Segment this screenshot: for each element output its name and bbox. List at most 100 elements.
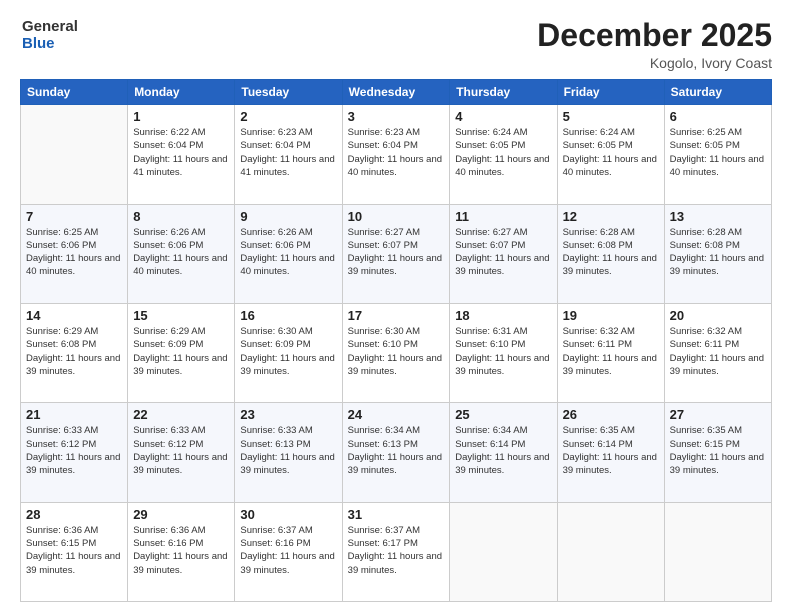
day-info: Sunrise: 6:27 AM Sunset: 6:07 PM Dayligh… xyxy=(348,226,445,279)
day-number: 11 xyxy=(455,209,551,224)
day-number: 20 xyxy=(670,308,766,323)
calendar-cell-4-0: 28 Sunrise: 6:36 AM Sunset: 6:15 PM Dayli… xyxy=(21,502,128,601)
day-info: Sunrise: 6:29 AM Sunset: 6:09 PM Dayligh… xyxy=(133,325,229,378)
day-info: Sunrise: 6:35 AM Sunset: 6:14 PM Dayligh… xyxy=(563,424,659,477)
day-info: Sunrise: 6:26 AM Sunset: 6:06 PM Dayligh… xyxy=(240,226,336,279)
calendar-cell-3-1: 22Sunrise: 6:33 AM Sunset: 6:12 PM Dayli… xyxy=(128,403,235,502)
calendar-cell-1-3: 10 Sunrise: 6:27 AM Sunset: 6:07 PM Dayli… xyxy=(342,204,450,303)
calendar-cell-3-4: 25 Sunrise: 6:34 AM Sunset: 6:14 PM Dayli… xyxy=(450,403,557,502)
title-section: December 2025 Kogolo, Ivory Coast xyxy=(537,18,772,71)
calendar-table: Sunday Monday Tuesday Wednesday Thursday… xyxy=(20,79,772,602)
calendar-cell-2-4: 18 Sunrise: 6:31 AM Sunset: 6:10 PM Dayli… xyxy=(450,303,557,402)
day-info: Sunrise: 6:23 AM Sunset: 6:04 PM Dayligh… xyxy=(348,126,445,179)
day-number: 17 xyxy=(348,308,445,323)
calendar-cell-4-1: 29 Sunrise: 6:36 AM Sunset: 6:16 PM Dayli… xyxy=(128,502,235,601)
calendar-cell-3-3: 24 Sunrise: 6:34 AM Sunset: 6:13 PM Dayli… xyxy=(342,403,450,502)
day-info: Sunrise: 6:22 AM Sunset: 6:04 PM Dayligh… xyxy=(133,126,229,179)
header-wednesday: Wednesday xyxy=(342,80,450,105)
day-number: 25 xyxy=(455,407,551,422)
calendar-cell-4-5 xyxy=(557,502,664,601)
day-number: 16 xyxy=(240,308,336,323)
day-info: Sunrise: 6:24 AM Sunset: 6:05 PM Dayligh… xyxy=(455,126,551,179)
calendar-cell-2-0: 14Sunrise: 6:29 AM Sunset: 6:08 PM Dayli… xyxy=(21,303,128,402)
day-number: 7 xyxy=(26,209,122,224)
day-number: 29 xyxy=(133,507,229,522)
week-row-3: 14Sunrise: 6:29 AM Sunset: 6:08 PM Dayli… xyxy=(21,303,772,402)
day-info: Sunrise: 6:36 AM Sunset: 6:16 PM Dayligh… xyxy=(133,524,229,577)
header-sunday: Sunday xyxy=(21,80,128,105)
calendar-cell-1-2: 9 Sunrise: 6:26 AM Sunset: 6:06 PM Daylig… xyxy=(235,204,342,303)
day-number: 12 xyxy=(563,209,659,224)
calendar-cell-3-6: 27 Sunrise: 6:35 AM Sunset: 6:15 PM Dayli… xyxy=(664,403,771,502)
week-row-2: 7Sunrise: 6:25 AM Sunset: 6:06 PM Daylig… xyxy=(21,204,772,303)
day-info: Sunrise: 6:28 AM Sunset: 6:08 PM Dayligh… xyxy=(563,226,659,279)
day-info: Sunrise: 6:32 AM Sunset: 6:11 PM Dayligh… xyxy=(563,325,659,378)
calendar-cell-0-6: 6 Sunrise: 6:25 AM Sunset: 6:05 PM Daylig… xyxy=(664,105,771,204)
day-number: 18 xyxy=(455,308,551,323)
day-info: Sunrise: 6:37 AM Sunset: 6:16 PM Dayligh… xyxy=(240,524,336,577)
calendar-cell-4-3: 31Sunrise: 6:37 AM Sunset: 6:17 PM Dayli… xyxy=(342,502,450,601)
day-number: 28 xyxy=(26,507,122,522)
header-tuesday: Tuesday xyxy=(235,80,342,105)
day-info: Sunrise: 6:34 AM Sunset: 6:14 PM Dayligh… xyxy=(455,424,551,477)
calendar-page: General Blue December 2025 Kogolo, Ivory… xyxy=(0,0,792,612)
day-number: 10 xyxy=(348,209,445,224)
day-info: Sunrise: 6:33 AM Sunset: 6:12 PM Dayligh… xyxy=(26,424,122,477)
day-number: 27 xyxy=(670,407,766,422)
day-info: Sunrise: 6:25 AM Sunset: 6:05 PM Dayligh… xyxy=(670,126,766,179)
calendar-cell-1-1: 8 Sunrise: 6:26 AM Sunset: 6:06 PM Daylig… xyxy=(128,204,235,303)
header-thursday: Thursday xyxy=(450,80,557,105)
day-info: Sunrise: 6:37 AM Sunset: 6:17 PM Dayligh… xyxy=(348,524,445,577)
header-saturday: Saturday xyxy=(664,80,771,105)
day-info: Sunrise: 6:34 AM Sunset: 6:13 PM Dayligh… xyxy=(348,424,445,477)
calendar-cell-1-6: 13Sunrise: 6:28 AM Sunset: 6:08 PM Dayli… xyxy=(664,204,771,303)
day-info: Sunrise: 6:35 AM Sunset: 6:15 PM Dayligh… xyxy=(670,424,766,477)
day-info: Sunrise: 6:23 AM Sunset: 6:04 PM Dayligh… xyxy=(240,126,336,179)
day-number: 22 xyxy=(133,407,229,422)
calendar-cell-2-2: 16 Sunrise: 6:30 AM Sunset: 6:09 PM Dayli… xyxy=(235,303,342,402)
day-number: 8 xyxy=(133,209,229,224)
day-info: Sunrise: 6:30 AM Sunset: 6:09 PM Dayligh… xyxy=(240,325,336,378)
calendar-cell-2-3: 17Sunrise: 6:30 AM Sunset: 6:10 PM Dayli… xyxy=(342,303,450,402)
calendar-cell-0-3: 3 Sunrise: 6:23 AM Sunset: 6:04 PM Daylig… xyxy=(342,105,450,204)
day-number: 6 xyxy=(670,109,766,124)
day-number: 3 xyxy=(348,109,445,124)
week-row-1: 1 Sunrise: 6:22 AM Sunset: 6:04 PM Daylig… xyxy=(21,105,772,204)
day-number: 19 xyxy=(563,308,659,323)
calendar-cell-3-0: 21Sunrise: 6:33 AM Sunset: 6:12 PM Dayli… xyxy=(21,403,128,502)
day-number: 13 xyxy=(670,209,766,224)
calendar-cell-0-5: 5Sunrise: 6:24 AM Sunset: 6:05 PM Daylig… xyxy=(557,105,664,204)
calendar-cell-0-1: 1 Sunrise: 6:22 AM Sunset: 6:04 PM Daylig… xyxy=(128,105,235,204)
calendar-cell-0-2: 2Sunrise: 6:23 AM Sunset: 6:04 PM Daylig… xyxy=(235,105,342,204)
day-number: 26 xyxy=(563,407,659,422)
calendar-cell-1-0: 7Sunrise: 6:25 AM Sunset: 6:06 PM Daylig… xyxy=(21,204,128,303)
calendar-cell-1-5: 12 Sunrise: 6:28 AM Sunset: 6:08 PM Dayli… xyxy=(557,204,664,303)
header-friday: Friday xyxy=(557,80,664,105)
day-info: Sunrise: 6:31 AM Sunset: 6:10 PM Dayligh… xyxy=(455,325,551,378)
calendar-cell-0-4: 4Sunrise: 6:24 AM Sunset: 6:05 PM Daylig… xyxy=(450,105,557,204)
calendar-cell-4-6 xyxy=(664,502,771,601)
calendar-cell-0-0 xyxy=(21,105,128,204)
day-info: Sunrise: 6:26 AM Sunset: 6:06 PM Dayligh… xyxy=(133,226,229,279)
calendar-cell-2-1: 15 Sunrise: 6:29 AM Sunset: 6:09 PM Dayli… xyxy=(128,303,235,402)
calendar-cell-3-5: 26 Sunrise: 6:35 AM Sunset: 6:14 PM Dayli… xyxy=(557,403,664,502)
weekday-header-row: Sunday Monday Tuesday Wednesday Thursday… xyxy=(21,80,772,105)
day-info: Sunrise: 6:27 AM Sunset: 6:07 PM Dayligh… xyxy=(455,226,551,279)
day-number: 9 xyxy=(240,209,336,224)
day-number: 24 xyxy=(348,407,445,422)
calendar-cell-2-6: 20 Sunrise: 6:32 AM Sunset: 6:11 PM Dayli… xyxy=(664,303,771,402)
week-row-5: 28 Sunrise: 6:36 AM Sunset: 6:15 PM Dayli… xyxy=(21,502,772,601)
day-number: 15 xyxy=(133,308,229,323)
logo: General Blue xyxy=(20,18,78,53)
calendar-cell-1-4: 11 Sunrise: 6:27 AM Sunset: 6:07 PM Dayli… xyxy=(450,204,557,303)
header-monday: Monday xyxy=(128,80,235,105)
day-number: 23 xyxy=(240,407,336,422)
day-number: 14 xyxy=(26,308,122,323)
day-number: 1 xyxy=(133,109,229,124)
calendar-cell-3-2: 23Sunrise: 6:33 AM Sunset: 6:13 PM Dayli… xyxy=(235,403,342,502)
day-info: Sunrise: 6:32 AM Sunset: 6:11 PM Dayligh… xyxy=(670,325,766,378)
month-title: December 2025 xyxy=(537,18,772,53)
calendar-cell-4-2: 30 Sunrise: 6:37 AM Sunset: 6:16 PM Dayli… xyxy=(235,502,342,601)
day-info: Sunrise: 6:36 AM Sunset: 6:15 PM Dayligh… xyxy=(26,524,122,577)
day-number: 30 xyxy=(240,507,336,522)
